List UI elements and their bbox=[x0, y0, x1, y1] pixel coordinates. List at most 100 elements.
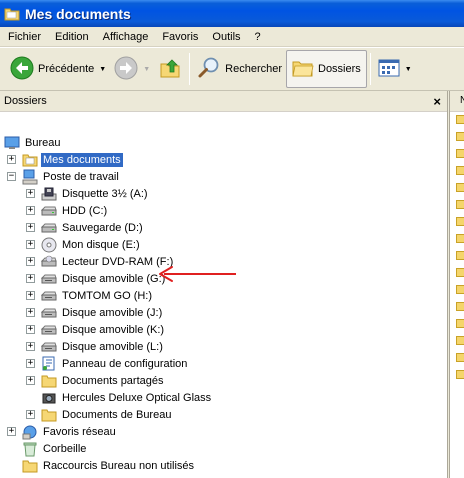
back-label: Précédente bbox=[38, 63, 95, 75]
folders-button[interactable]: Dossiers bbox=[286, 50, 367, 88]
folder-icon[interactable] bbox=[456, 302, 464, 311]
tree-node[interactable]: Disque amovible (L:) bbox=[41, 338, 165, 355]
tree-node[interactable]: Disquette 3½ (A:) bbox=[41, 185, 150, 202]
tree-expander[interactable]: − bbox=[7, 172, 16, 181]
tree-expander[interactable]: + bbox=[26, 376, 35, 385]
folder-icon[interactable] bbox=[456, 115, 464, 124]
folders-label: Dossiers bbox=[318, 63, 361, 75]
tree-node[interactable]: Disque amovible (G:) bbox=[41, 270, 167, 287]
folder-icon[interactable] bbox=[456, 149, 464, 158]
tree-expander[interactable]: + bbox=[26, 410, 35, 419]
tree-node-label: Mon disque (E:) bbox=[62, 238, 140, 251]
hard-drive-icon bbox=[41, 220, 57, 236]
tree-expander[interactable]: + bbox=[26, 325, 35, 334]
tree-node[interactable]: Panneau de configuration bbox=[41, 355, 189, 372]
tree-node[interactable]: Sauvegarde (D:) bbox=[41, 219, 145, 236]
tree-node-label: Favoris réseau bbox=[43, 425, 116, 438]
cd-drive-icon bbox=[41, 237, 57, 253]
tree-node[interactable]: Favoris réseau bbox=[22, 423, 118, 440]
views-icon bbox=[378, 58, 400, 81]
toolbar: Précédente ▼ ▼ Rechercher Dossiers ▼ bbox=[0, 47, 464, 91]
tree-node[interactable]: Lecteur DVD-RAM (F:) bbox=[41, 253, 175, 270]
tree-expander[interactable]: + bbox=[26, 342, 35, 351]
tree-node[interactable]: Hercules Deluxe Optical Glass bbox=[41, 389, 213, 406]
tree-node[interactable]: Documents partagés bbox=[41, 372, 166, 389]
annotation-arrow-icon bbox=[159, 266, 236, 282]
my-computer-icon bbox=[22, 169, 38, 185]
folder-icon[interactable] bbox=[456, 268, 464, 277]
tree-node[interactable]: Corbeille bbox=[22, 440, 88, 457]
tree-expander[interactable]: + bbox=[26, 291, 35, 300]
tree-expander[interactable]: + bbox=[7, 155, 16, 164]
tree-node[interactable]: HDD (C:) bbox=[41, 202, 109, 219]
title-bar[interactable]: Mes documents bbox=[0, 0, 464, 27]
search-label: Rechercher bbox=[225, 63, 282, 75]
floppy-drive-icon bbox=[41, 186, 57, 202]
menu-bar: Fichier Edition Affichage Favoris Outils… bbox=[0, 27, 464, 47]
network-places-icon bbox=[22, 424, 38, 440]
folder-icon[interactable] bbox=[456, 166, 464, 175]
views-button[interactable]: ▼ bbox=[374, 51, 416, 87]
tree-node[interactable]: Raccourcis Bureau non utilisés bbox=[22, 457, 196, 474]
forward-button[interactable]: ▼ bbox=[110, 51, 154, 87]
forward-dropdown-icon[interactable]: ▼ bbox=[143, 66, 150, 73]
tree-expander[interactable]: + bbox=[26, 189, 35, 198]
menu-help[interactable]: ? bbox=[248, 27, 268, 47]
tree-expander[interactable]: + bbox=[26, 274, 35, 283]
folder-icon[interactable] bbox=[456, 370, 464, 379]
menu-edition[interactable]: Edition bbox=[48, 27, 96, 47]
recycle-bin-icon bbox=[22, 441, 38, 457]
tree-expander[interactable]: + bbox=[26, 206, 35, 215]
tree-node-label: Disque amovible (L:) bbox=[62, 340, 163, 353]
tree-expander[interactable]: + bbox=[7, 427, 16, 436]
menu-favoris[interactable]: Favoris bbox=[155, 27, 205, 47]
desktop-icon bbox=[4, 135, 20, 151]
tree-expander[interactable]: + bbox=[26, 308, 35, 317]
back-dropdown-icon[interactable]: ▼ bbox=[99, 66, 106, 73]
tree-node-label: HDD (C:) bbox=[62, 204, 108, 217]
folder-icon[interactable] bbox=[456, 336, 464, 345]
tree-node[interactable]: TOMTOM GO (H:) bbox=[41, 287, 154, 304]
menu-fichier[interactable]: Fichier bbox=[0, 27, 48, 47]
tree-node[interactable]: Mon disque (E:) bbox=[41, 236, 142, 253]
folder-icon[interactable] bbox=[456, 132, 464, 141]
forward-arrow-icon bbox=[114, 56, 138, 83]
tree-node[interactable]: Disque amovible (J:) bbox=[41, 304, 164, 321]
folder-icon[interactable] bbox=[456, 353, 464, 362]
tree-node[interactable]: Mes documents bbox=[22, 151, 123, 168]
tree-node[interactable]: Bureau bbox=[4, 134, 62, 151]
file-list-column-header[interactable]: N bbox=[450, 91, 464, 112]
tree-node-label: Documents de Bureau bbox=[62, 408, 172, 421]
tree-node-label: Raccourcis Bureau non utilisés bbox=[43, 459, 195, 472]
removable-drive-icon bbox=[41, 305, 57, 321]
folder-icon[interactable] bbox=[456, 319, 464, 328]
menu-affichage[interactable]: Affichage bbox=[96, 27, 156, 47]
tree-node-label: Documents partagés bbox=[62, 374, 164, 387]
tree-node-label: Corbeille bbox=[43, 442, 87, 455]
folder-icon[interactable] bbox=[456, 234, 464, 243]
tree-expander[interactable]: + bbox=[26, 359, 35, 368]
tree-expander[interactable]: + bbox=[26, 240, 35, 249]
tree-expander[interactable]: + bbox=[26, 257, 35, 266]
folder-icon bbox=[41, 407, 57, 423]
back-button[interactable]: Précédente ▼ bbox=[6, 51, 110, 87]
folder-icon[interactable] bbox=[456, 183, 464, 192]
tree-node[interactable]: Documents de Bureau bbox=[41, 406, 173, 423]
folder-icon[interactable] bbox=[456, 200, 464, 209]
menu-outils[interactable]: Outils bbox=[205, 27, 247, 47]
folder-icon[interactable] bbox=[456, 251, 464, 260]
folders-pane-title: Dossiers bbox=[4, 95, 47, 107]
tree-node[interactable]: Disque amovible (K:) bbox=[41, 321, 166, 338]
folder-icon bbox=[22, 458, 38, 474]
up-folder-button[interactable] bbox=[154, 51, 186, 87]
folder-icon[interactable] bbox=[456, 217, 464, 226]
tree-expander[interactable]: + bbox=[26, 223, 35, 232]
removable-drive-icon bbox=[41, 271, 57, 287]
search-icon bbox=[197, 56, 221, 83]
tree-node[interactable]: Poste de travail bbox=[22, 168, 121, 185]
views-dropdown-icon[interactable]: ▼ bbox=[405, 66, 412, 73]
close-pane-button[interactable]: × bbox=[433, 95, 441, 108]
folder-icon[interactable] bbox=[456, 285, 464, 294]
tree-node-label: Bureau bbox=[25, 136, 61, 149]
search-button[interactable]: Rechercher bbox=[193, 51, 286, 87]
